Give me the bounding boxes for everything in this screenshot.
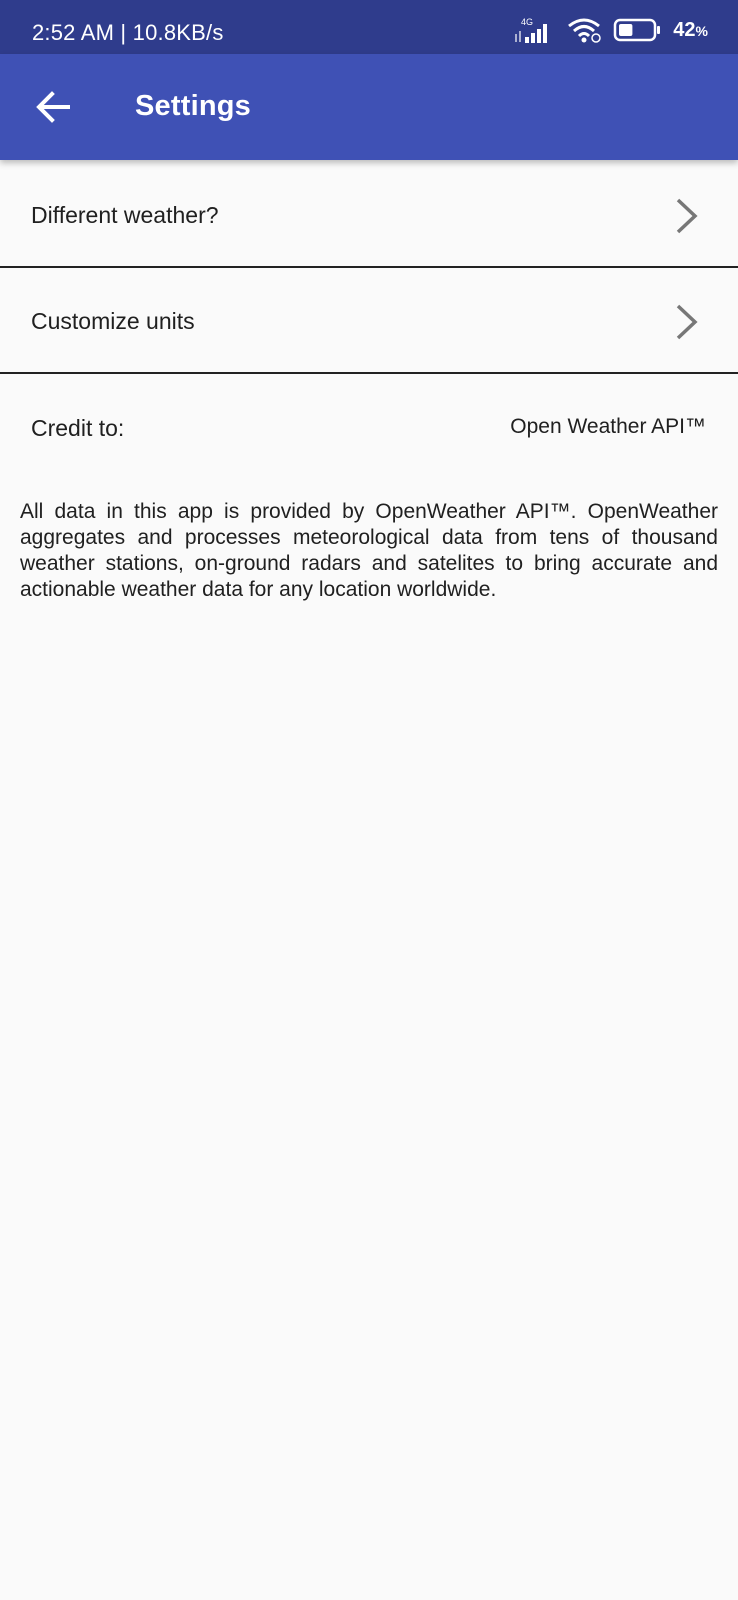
settings-item-label: Customize units [31, 308, 195, 334]
credit-label: Credit to: [31, 415, 125, 441]
status-bar: 2:52 AM | 10.8KB/s 4G 42% [0, 0, 738, 54]
status-time: 2:52 AM | 10.8KB/s [32, 20, 224, 45]
battery-icon [614, 18, 661, 42]
chevron-right-icon [676, 198, 698, 234]
wifi-icon [568, 18, 602, 43]
battery-unit: % [695, 22, 708, 39]
credit-value: Open Weather API™ [510, 415, 706, 438]
status-icons: 4G 42% [511, 16, 708, 44]
battery-percentage: 42% [673, 19, 708, 42]
signal-icon: 4G [515, 17, 548, 43]
app-bar: Settings [0, 54, 738, 160]
battery-value: 42 [673, 18, 696, 41]
arrow-left-icon[interactable] [30, 84, 76, 130]
chevron-right-icon [676, 304, 698, 340]
attribution-description: All data in this app is provided by Open… [20, 500, 718, 601]
settings-item-different-weather[interactable]: Different weather? [0, 164, 738, 268]
settings-item-label: Different weather? [31, 202, 219, 228]
page-title: Settings [135, 90, 251, 122]
settings-item-customize-units[interactable]: Customize units [0, 270, 738, 374]
network-type-label: 4G [521, 17, 533, 27]
